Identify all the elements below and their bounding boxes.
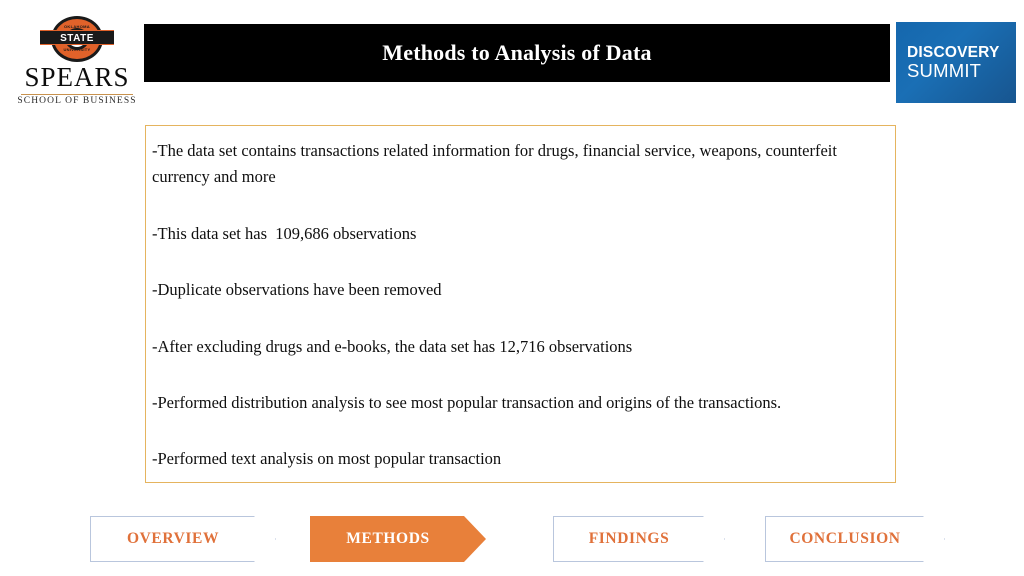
- section-nav: OVERVIEW METHODS FINDINGS CONCLUSION: [0, 516, 1024, 566]
- spears-logo: OKLAHOMA STATE UNIVERSITY SPEARS SCHOOL …: [14, 16, 140, 108]
- bullet-item: -Performed text analysis on most popular…: [152, 449, 502, 469]
- content-box: -The data set contains transactions rela…: [145, 125, 896, 483]
- title-bar: Methods to Analysis of Data: [144, 24, 890, 82]
- bullet-item: -Duplicate observations have been remove…: [152, 280, 442, 300]
- bullet-item: -Performed distribution analysis to see …: [152, 392, 782, 412]
- nav-item-conclusion[interactable]: CONCLUSION: [765, 516, 945, 562]
- discovery-summit-line2: SUMMIT: [907, 59, 982, 81]
- logo-divider: [21, 94, 133, 95]
- slide: OKLAHOMA STATE UNIVERSITY SPEARS SCHOOL …: [0, 0, 1024, 576]
- bullet-item: -The data set contains transactions rela…: [152, 141, 842, 187]
- nav-item-methods[interactable]: METHODS: [310, 516, 486, 562]
- osu-mark-top-text: OKLAHOMA: [64, 24, 90, 29]
- spears-subtitle: SCHOOL OF BUSINESS: [17, 96, 137, 106]
- spears-wordmark: SPEARS: [24, 62, 130, 92]
- bullet-item: -This data set has 109,686 observations: [152, 223, 417, 243]
- discovery-summit-logo: DISCOVERY SUMMIT: [896, 22, 1016, 103]
- osu-brand-mark-icon: OKLAHOMA STATE UNIVERSITY: [39, 16, 115, 62]
- osu-mark-banner: STATE: [40, 30, 114, 45]
- bullet-item: -After excluding drugs and e-books, the …: [152, 336, 633, 356]
- nav-item-findings[interactable]: FINDINGS: [553, 516, 725, 562]
- page-title: Methods to Analysis of Data: [382, 40, 652, 65]
- nav-item-overview[interactable]: OVERVIEW: [90, 516, 276, 562]
- discovery-summit-line1: DISCOVERY: [907, 43, 1000, 61]
- osu-mark-bottom-text: UNIVERSITY: [63, 47, 91, 52]
